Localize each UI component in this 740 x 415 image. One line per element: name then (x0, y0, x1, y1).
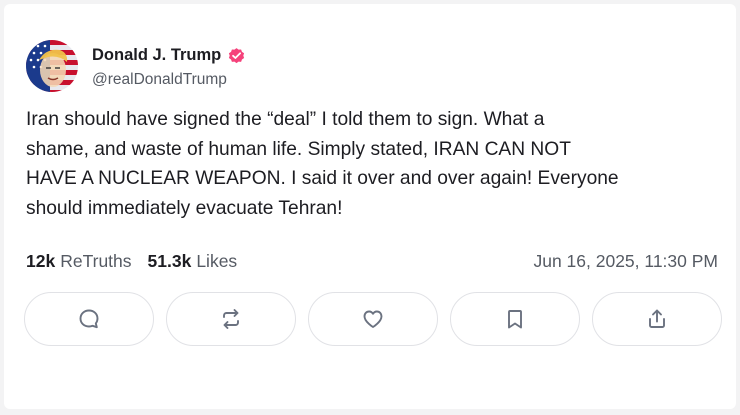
retruths-stat[interactable]: 12k ReTruths (26, 251, 132, 272)
speech-bubble-icon (79, 309, 99, 329)
flag-portrait-avatar-icon (26, 40, 78, 92)
likes-count: 51.3k (147, 251, 192, 271)
author-name[interactable]: Donald J. Trump (92, 46, 221, 65)
share-button[interactable] (592, 292, 722, 346)
likes-stat[interactable]: 51.3k Likes (148, 251, 238, 272)
retruths-label: ReTruths (60, 251, 132, 271)
likes-label: Likes (196, 251, 238, 271)
heart-icon (363, 310, 383, 328)
verified-badge-icon (227, 46, 246, 65)
share-upload-icon (649, 309, 665, 328)
bookmark-button[interactable] (450, 292, 580, 346)
bookmark-icon (508, 310, 522, 329)
author-handle[interactable]: @realDonaldTrump (92, 71, 227, 89)
post-text-line: Iran should have signed the “deal” I tol… (26, 109, 545, 130)
post-text-line: should immediately evacuate Tehran! (26, 197, 343, 219)
author-name-row: Donald J. Trump (92, 44, 246, 66)
repost-arrows-icon (223, 309, 239, 329)
post-text: Iran should have signed the “deal” I tol… (26, 105, 726, 223)
post-stats: 12k ReTruths 51.3k Likes (26, 251, 237, 272)
retruth-button[interactable] (166, 292, 296, 346)
post-text-line: shame, and waste of human life. Simply s… (26, 138, 571, 160)
post-text-line: HAVE A NUCLEAR WEAPON. I said it over an… (26, 168, 619, 189)
avatar[interactable] (26, 40, 78, 92)
action-bar (24, 292, 722, 346)
like-button[interactable] (308, 292, 438, 346)
reply-button[interactable] (24, 292, 154, 346)
post-timestamp[interactable]: Jun 16, 2025, 11:30 PM (533, 251, 718, 272)
retruths-count: 12k (26, 251, 56, 271)
post-card: Donald J. Trump @realDonaldTrump Iran sh… (4, 4, 736, 409)
